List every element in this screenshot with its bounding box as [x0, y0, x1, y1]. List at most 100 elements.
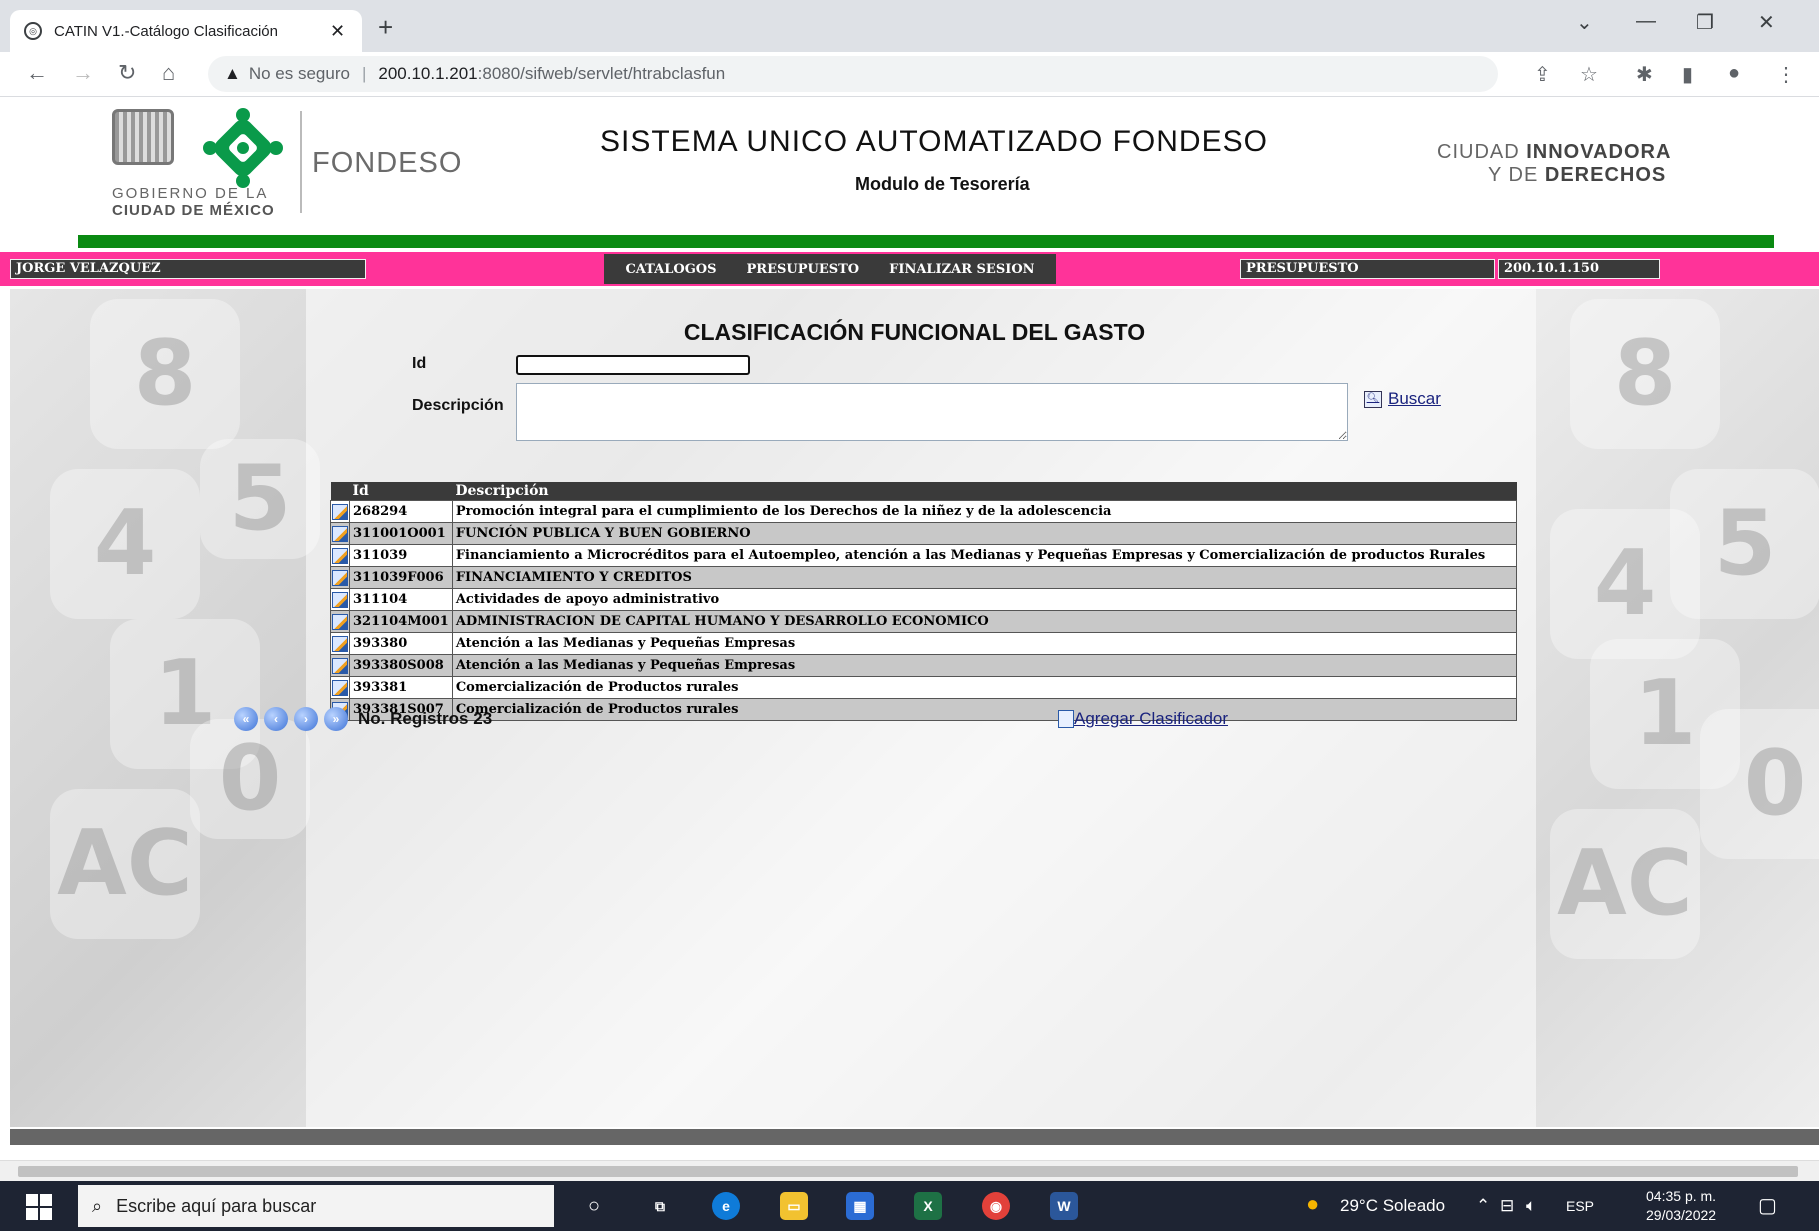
windows-start-icon[interactable] — [26, 1194, 52, 1220]
menu-item-finalizar-sesion[interactable]: FINALIZAR SESION — [889, 262, 1034, 277]
browser-tab[interactable]: ◎ CATIN V1.-Catálogo Clasificación ✕ — [10, 10, 362, 52]
main-menu: CATALOGOS PRESUPUESTO FINALIZAR SESION — [604, 254, 1056, 284]
back-icon[interactable]: ← — [26, 60, 48, 86]
menu-item-presupuesto[interactable]: PRESUPUESTO — [747, 262, 860, 277]
edge-icon[interactable]: e — [712, 1192, 740, 1220]
new-tab-button[interactable]: + — [378, 14, 393, 40]
globe-icon: ◎ — [24, 22, 42, 40]
tab-close-icon[interactable]: ✕ — [330, 21, 345, 42]
slogan-line-1: CIUDAD INNOVADORA — [1437, 141, 1671, 164]
next-page-icon[interactable]: › — [294, 707, 318, 731]
address-bar[interactable]: ▲ No es seguro | 200.10.1.201 :8080/sifw… — [208, 56, 1498, 92]
browser-menu-icon[interactable]: ⋮ — [1776, 62, 1796, 87]
scrollbar-thumb[interactable] — [18, 1166, 1798, 1177]
gobierno-line-2: CIUDAD DE MÉXICO — [112, 202, 275, 219]
edit-cell — [330, 654, 350, 677]
cell-id: 311039 — [349, 544, 453, 567]
cell-id: 321104M001 — [349, 610, 453, 633]
language-indicator[interactable]: ESP — [1566, 1198, 1594, 1214]
network-icon[interactable]: ⊟ — [1500, 1196, 1514, 1216]
tray-chevron-icon[interactable]: ⌃ — [1476, 1196, 1490, 1216]
bg-key-5: 5 — [200, 439, 320, 559]
file-explorer-icon[interactable]: ▭ — [780, 1192, 808, 1220]
cell-descripcion: FINANCIAMIENTO Y CREDITOS — [451, 566, 1518, 589]
forward-icon[interactable]: → — [72, 60, 94, 86]
close-window-icon[interactable]: ✕ — [1758, 10, 1775, 35]
edit-icon[interactable] — [332, 657, 348, 674]
add-document-icon — [1058, 710, 1074, 728]
edit-icon[interactable] — [332, 547, 348, 564]
clock-time: 04:35 p. m. — [1646, 1188, 1717, 1204]
edit-icon[interactable] — [332, 525, 348, 542]
edit-icon[interactable] — [332, 613, 348, 630]
last-page-icon[interactable]: » — [324, 707, 348, 731]
bookmark-star-icon[interactable]: ☆ — [1580, 62, 1598, 87]
site-header: GOBIERNO DE LA CIUDAD DE MÉXICO FONDESO … — [0, 97, 1819, 248]
volume-icon[interactable]: 🔈︎ — [1526, 1196, 1536, 1216]
registros-count: No. Registros 23 — [358, 709, 493, 728]
system-title: SISTEMA UNICO AUTOMATIZADO FONDESO — [600, 125, 1268, 158]
url-host: 200.10.1.201 — [378, 64, 478, 83]
tab-title: CATIN V1.-Catálogo Clasificación — [54, 22, 278, 40]
chrome-icon[interactable]: ◉ — [982, 1192, 1010, 1220]
table-row: 268294 Promoción integral para el cumplim… — [330, 500, 1518, 523]
bg-key-ac-left: AC — [50, 789, 200, 939]
prev-page-icon[interactable]: ‹ — [264, 707, 288, 731]
restore-icon[interactable]: ❐ — [1696, 10, 1714, 35]
cell-id: 311001O001 — [349, 522, 453, 545]
bg-key-4-left: 4 — [50, 469, 200, 619]
bg-key-0: 0 — [190, 719, 310, 839]
edit-icon[interactable] — [332, 569, 348, 586]
edit-cell — [330, 632, 350, 655]
bg-key-4-right: 4 — [1550, 509, 1700, 659]
fondeso-logo-text: FONDESO — [312, 147, 463, 179]
cell-id: 311039F006 — [349, 566, 453, 589]
page-title: CLASIFICACIÓN FUNCIONAL DEL GASTO — [683, 319, 1146, 345]
browser-tabstrip: ◎ CATIN V1.-Catálogo Clasificación ✕ + ⌄… — [0, 0, 1819, 52]
task-view-icon[interactable]: ⧉ — [646, 1192, 674, 1220]
menu-item-catalogos[interactable]: CATALOGOS — [625, 262, 716, 277]
excel-icon[interactable]: X — [914, 1192, 942, 1220]
buscar-link[interactable]: 🔍︎ Buscar — [1364, 389, 1441, 409]
horizontal-scrollbar[interactable] — [0, 1160, 1819, 1181]
slogan-b: INNOVADORA — [1526, 141, 1672, 163]
minimize-icon[interactable]: — — [1636, 10, 1656, 33]
cell-id: 268294 — [349, 500, 453, 523]
notifications-icon[interactable]: ▢ — [1758, 1193, 1777, 1218]
edit-icon[interactable] — [332, 635, 348, 652]
word-icon[interactable]: W — [1050, 1192, 1078, 1220]
weather-sun-icon[interactable]: ● — [1306, 1191, 1319, 1217]
table-row: 311039F006 FINANCIAMIENTO Y CREDITOS — [330, 566, 1518, 589]
edit-icon[interactable] — [332, 679, 348, 696]
edit-icon[interactable] — [332, 591, 348, 608]
warning-icon[interactable]: ▲ — [224, 64, 241, 84]
taskbar-clock[interactable]: 04:35 p. m. 29/03/2022 — [1646, 1187, 1716, 1225]
top-menu-bar: JORGE VELAZQUEZ CATALOGOS PRESUPUESTO FI… — [0, 252, 1819, 286]
extensions-icon[interactable]: ✱ — [1636, 62, 1653, 87]
cell-descripcion: Actividades de apoyo administrativo — [451, 588, 1518, 611]
home-icon[interactable]: ⌂ — [162, 60, 175, 86]
tab-search-icon[interactable]: ⌄ — [1576, 10, 1593, 35]
share-icon[interactable]: ⇪ — [1534, 62, 1551, 87]
reload-icon[interactable]: ↻ — [118, 60, 136, 86]
cell-descripcion: Comercialización de Productos rurales — [451, 698, 1518, 721]
agregar-clasificador-link[interactable]: Agregar Clasificador — [1058, 709, 1228, 729]
cell-descripcion: Comercialización de Productos rurales — [451, 676, 1518, 699]
buscar-label: Buscar — [1388, 389, 1441, 408]
id-input[interactable] — [516, 355, 750, 375]
edit-icon[interactable] — [332, 503, 348, 520]
table-header-row: Id Descripción — [330, 482, 1517, 501]
taskbar-search[interactable]: ⌕ Escribe aquí para buscar — [78, 1185, 554, 1227]
cortana-icon[interactable]: ○ — [580, 1192, 608, 1220]
weather-text[interactable]: 29°C Soleado — [1340, 1196, 1445, 1216]
store-icon[interactable]: ▦ — [846, 1192, 874, 1220]
side-panel-icon[interactable]: ▮ — [1682, 62, 1693, 87]
profile-avatar-icon[interactable]: ● — [1728, 62, 1740, 85]
first-page-icon[interactable]: « — [234, 707, 258, 731]
windows-taskbar: ⌕ Escribe aquí para buscar ○ ⧉ e ▭ ▦ X ◉… — [0, 1181, 1819, 1231]
descripcion-input[interactable] — [516, 383, 1348, 441]
cell-descripcion: ADMINISTRACION DE CAPITAL HUMANO Y DESAR… — [451, 610, 1518, 633]
security-label[interactable]: No es seguro — [249, 64, 350, 84]
footer-bar — [10, 1129, 1819, 1145]
id-label: Id — [412, 355, 427, 372]
